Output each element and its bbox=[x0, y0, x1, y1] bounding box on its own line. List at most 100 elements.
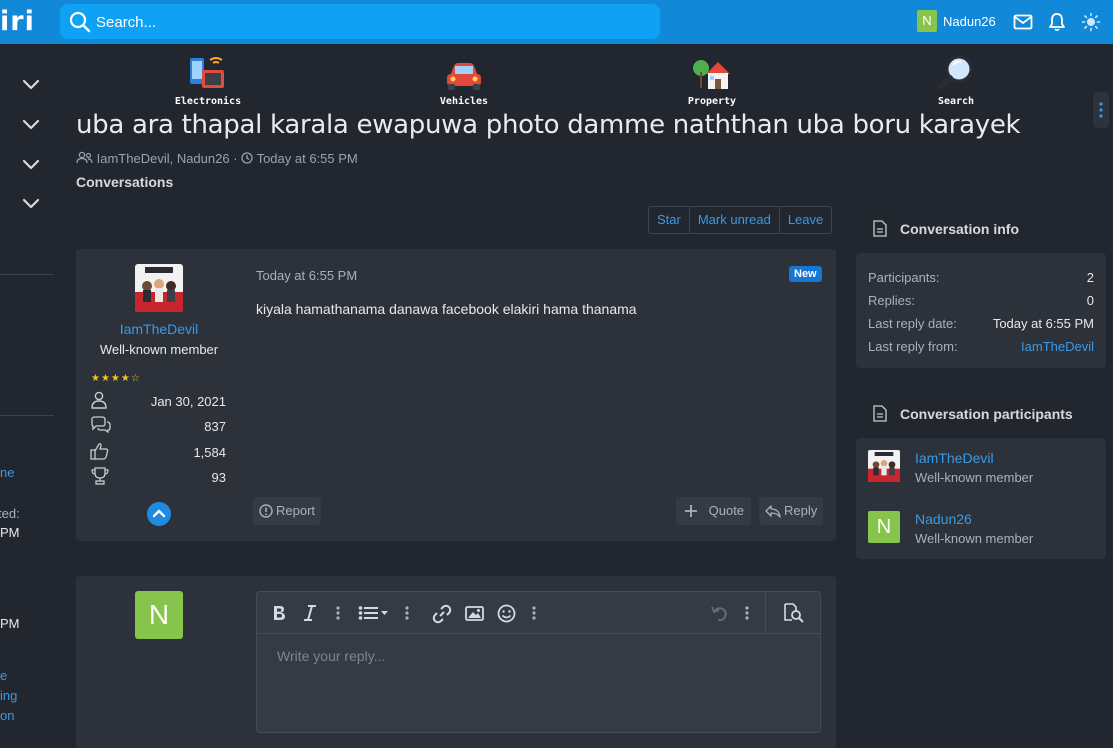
sidebar-link[interactable]: e bbox=[0, 668, 7, 683]
vertical-dots-icon bbox=[1099, 102, 1103, 118]
reply-button[interactable]: Reply bbox=[759, 497, 824, 525]
more-dots-icon[interactable] bbox=[335, 605, 341, 621]
sidebar-value: PM bbox=[0, 525, 20, 540]
chevron-down-icon[interactable] bbox=[22, 79, 40, 91]
theme-toggle-icon[interactable] bbox=[1081, 12, 1101, 32]
collapse-button[interactable] bbox=[147, 502, 171, 526]
chevron-down-icon[interactable] bbox=[22, 159, 40, 171]
category-property[interactable]: Property bbox=[676, 54, 748, 107]
preview-icon bbox=[784, 603, 804, 623]
participant-title: Well-known member bbox=[915, 531, 1034, 546]
more-dots-icon[interactable] bbox=[404, 605, 410, 621]
more-dots-icon[interactable] bbox=[744, 605, 750, 621]
document-icon bbox=[873, 405, 887, 422]
user-icon bbox=[91, 391, 107, 409]
clock-icon bbox=[241, 152, 253, 164]
breadcrumb[interactable]: Conversations bbox=[76, 174, 173, 190]
info-label: Last reply date: bbox=[868, 316, 957, 331]
participant-name-link[interactable]: IamTheDevil bbox=[915, 450, 994, 466]
magnifier-icon bbox=[938, 55, 973, 90]
house-icon bbox=[693, 60, 730, 89]
stat-points: 93 bbox=[90, 467, 228, 487]
avatar-image bbox=[868, 450, 900, 482]
user-menu-link[interactable]: Nadun26 bbox=[943, 14, 996, 29]
joined-date: Jan 30, 2021 bbox=[150, 394, 226, 409]
trophy-icon bbox=[91, 467, 109, 485]
message-date[interactable]: Today at 6:55 PM bbox=[256, 268, 357, 283]
message-body: kiyala hamathanama danawa facebook elaki… bbox=[256, 301, 637, 317]
participants-meta: IamTheDevil, Nadun26 bbox=[96, 151, 230, 166]
thread-date[interactable]: Today at 6:55 PM bbox=[257, 151, 358, 166]
info-label: Last reply from: bbox=[868, 339, 958, 354]
bell-icon[interactable] bbox=[1047, 12, 1067, 32]
sidebar-link[interactable]: ing bbox=[0, 688, 17, 703]
image-icon[interactable] bbox=[465, 605, 484, 622]
search-input[interactable]: Search... bbox=[96, 14, 156, 31]
mark-unread-button[interactable]: Mark unread bbox=[690, 207, 780, 233]
category-label: Search bbox=[937, 96, 975, 107]
stat-messages: 837 bbox=[90, 416, 228, 436]
participant-name-link[interactable]: Nadun26 bbox=[915, 511, 972, 527]
category-search[interactable]: Search bbox=[920, 54, 992, 107]
avatar[interactable]: N bbox=[868, 511, 900, 543]
search-box[interactable]: Search... bbox=[60, 4, 660, 39]
participant-title: Well-known member bbox=[915, 470, 1034, 485]
sidebar-link[interactable]: ne bbox=[0, 465, 14, 480]
quote-button[interactable]: Quote bbox=[676, 497, 752, 525]
avatar[interactable]: N bbox=[135, 591, 183, 639]
chat-icon bbox=[91, 416, 111, 434]
link-icon[interactable] bbox=[432, 604, 452, 624]
author-name[interactable]: IamTheDevil bbox=[76, 321, 242, 337]
thumbs-up-icon bbox=[90, 443, 109, 460]
alert-circle-icon bbox=[259, 504, 273, 518]
report-button[interactable]: Report bbox=[253, 497, 322, 525]
category-electronics[interactable]: Electronics bbox=[172, 54, 244, 107]
message: IamTheDevil Well-known member ★★★★☆ Jan … bbox=[76, 249, 836, 541]
quote-label: Quote bbox=[708, 503, 745, 518]
reply-block: N Write your reply... bbox=[76, 576, 836, 748]
sidebar-label: ted: bbox=[0, 506, 20, 521]
users-icon bbox=[76, 151, 93, 164]
reaction-score: 1,584 bbox=[193, 445, 226, 460]
info-value: Today at 6:55 PM bbox=[992, 316, 1094, 331]
conversation-actions: Star Mark unread Leave bbox=[648, 206, 833, 234]
category-vehicles[interactable]: Vehicles bbox=[428, 54, 500, 107]
reply-editor[interactable]: Write your reply... bbox=[256, 591, 821, 733]
preview-button[interactable] bbox=[765, 592, 820, 634]
more-options-button[interactable] bbox=[1093, 92, 1109, 128]
info-participants: Participants: 2 bbox=[868, 270, 1094, 285]
plus-icon bbox=[685, 505, 697, 517]
italic-icon[interactable] bbox=[303, 604, 317, 622]
chevron-down-icon[interactable] bbox=[22, 119, 40, 131]
avatar[interactable] bbox=[868, 450, 900, 482]
inbox-icon[interactable] bbox=[1013, 12, 1033, 32]
reply-label: Reply bbox=[784, 503, 818, 518]
rating-stars: ★★★★☆ bbox=[91, 373, 141, 384]
category-label: Electronics bbox=[174, 96, 242, 107]
user-avatar[interactable]: N bbox=[917, 10, 937, 32]
trophy-points: 93 bbox=[211, 470, 226, 485]
category-label: Vehicles bbox=[439, 96, 489, 107]
more-dots-icon[interactable] bbox=[531, 605, 537, 621]
document-icon bbox=[873, 220, 887, 237]
car-icon bbox=[447, 63, 481, 90]
report-label: Report bbox=[276, 503, 316, 518]
message-user-panel: IamTheDevil Well-known member ★★★★☆ Jan … bbox=[76, 249, 242, 541]
sidebar-link[interactable]: on bbox=[0, 708, 14, 723]
reply-input[interactable]: Write your reply... bbox=[277, 648, 385, 664]
conversation-info-heading: Conversation info bbox=[873, 220, 1020, 237]
leave-button[interactable]: Leave bbox=[780, 207, 831, 233]
last-reply-user-link[interactable]: IamTheDevil bbox=[1021, 339, 1094, 354]
list-icon[interactable] bbox=[358, 605, 390, 621]
thread-meta: IamTheDevil, Nadun26 · Today at 6:55 PM bbox=[76, 151, 358, 166]
conversation-info-title: Conversation info bbox=[900, 221, 1020, 237]
undo-icon[interactable] bbox=[709, 604, 729, 624]
emoji-icon[interactable] bbox=[497, 604, 516, 623]
star-button[interactable]: Star bbox=[649, 207, 690, 233]
chevron-down-icon[interactable] bbox=[22, 198, 40, 210]
bold-icon[interactable] bbox=[271, 604, 287, 622]
site-logo[interactable]: iri bbox=[0, 6, 35, 37]
page-title: uba ara thapal karala ewapuwa photo damm… bbox=[76, 110, 1021, 140]
avatar[interactable] bbox=[135, 264, 183, 312]
reply-icon bbox=[765, 505, 781, 518]
